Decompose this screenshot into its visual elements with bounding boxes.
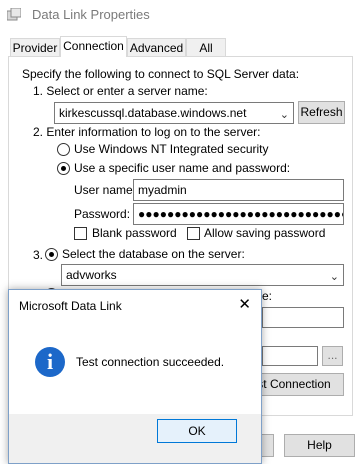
browse-button[interactable]: ... (322, 346, 343, 366)
tab-provider[interactable]: Provider (10, 38, 60, 56)
step3-label: 3. (33, 248, 44, 262)
database-combobox[interactable]: advworks ⌄ (61, 264, 344, 286)
select-database-label: Select the database on the server: (62, 247, 245, 261)
refresh-button[interactable]: Refresh (298, 101, 345, 124)
dialog-message: Test connection succeeded. (76, 355, 225, 369)
attach-label-fragment: e: (262, 289, 273, 303)
dialog-body: i Test connection succeeded. (9, 320, 261, 414)
chevron-down-icon[interactable]: ⌄ (330, 267, 339, 287)
database-value: advworks (66, 268, 117, 282)
allow-saving-label: Allow saving password (204, 226, 326, 240)
file-path-field[interactable] (262, 346, 318, 366)
server-value: kirkescussql.database.windows.net (59, 106, 247, 120)
data-link-icon (7, 8, 21, 21)
step1-label: 1. Select or enter a server name: (33, 84, 208, 98)
server-combobox[interactable]: kirkescussql.database.windows.net ⌄ (54, 102, 294, 124)
select-database-radio[interactable] (45, 248, 58, 261)
dialog-title-bar: Microsoft Data Link ✕ (9, 290, 261, 320)
chevron-down-icon[interactable]: ⌄ (280, 105, 289, 125)
intro-text: Specify the following to connect to SQL … (22, 67, 300, 81)
window-title: Data Link Properties (32, 7, 150, 22)
password-field[interactable]: ●●●●●●●●●●●●●●●●●●●●●●●●●●●●●●●●●●● (133, 203, 344, 225)
tab-connection[interactable]: Connection (60, 36, 127, 57)
dialog-title: Microsoft Data Link (19, 299, 122, 313)
blank-password-label: Blank password (92, 226, 177, 240)
integrated-security-label: Use Windows NT Integrated security (74, 142, 269, 156)
help-button[interactable]: Help (284, 434, 355, 457)
radio-selected-dot (49, 252, 54, 257)
integrated-security-radio[interactable] (57, 143, 70, 156)
tab-all[interactable]: All (186, 38, 226, 56)
username-label: User name: (74, 183, 137, 197)
attach-filename-field[interactable] (262, 307, 344, 328)
message-dialog: Microsoft Data Link ✕ i Test connection … (8, 289, 262, 464)
specific-user-label: Use a specific user name and password: (74, 161, 291, 175)
tab-advanced[interactable]: Advanced (127, 38, 186, 56)
username-field[interactable]: myadmin (133, 179, 344, 201)
ok-button[interactable]: OK (157, 419, 237, 443)
password-label: Password: (74, 207, 131, 221)
close-icon[interactable]: ✕ (238, 295, 251, 313)
blank-password-checkbox[interactable] (74, 227, 87, 240)
step2-label: 2. Enter information to log on to the se… (33, 125, 261, 139)
title-bar: Data Link Properties (0, 0, 361, 30)
specific-user-radio[interactable] (57, 162, 70, 175)
allow-saving-checkbox[interactable] (187, 227, 200, 240)
info-icon: i (35, 347, 65, 377)
radio-selected-dot (61, 166, 66, 171)
